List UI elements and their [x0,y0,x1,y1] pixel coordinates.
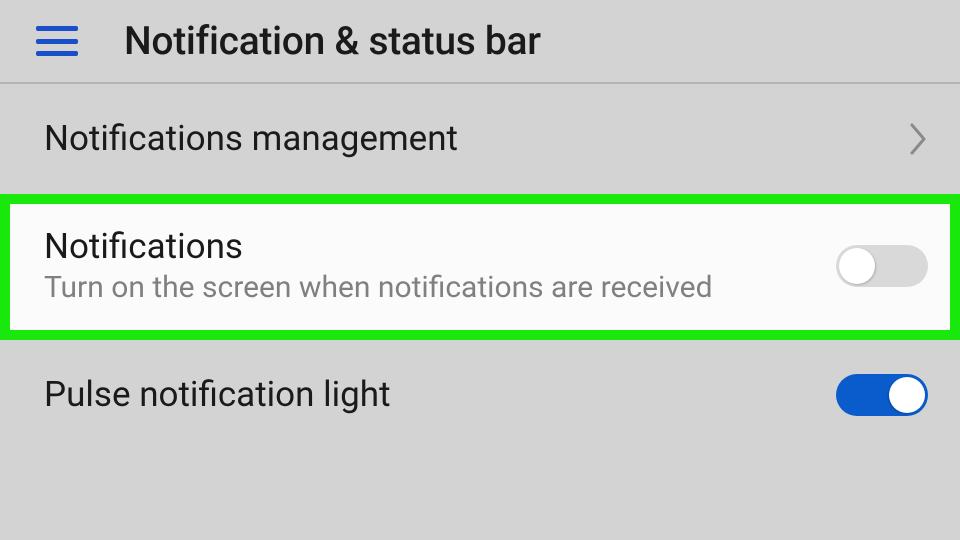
toggle-notifications[interactable] [836,245,928,287]
toggle-pulse-notification-light[interactable] [836,374,928,416]
row-text-block: Notifications Turn on the screen when no… [44,226,836,306]
header-bar: Notification & status bar [0,0,960,82]
row-notifications-highlighted: Notifications Turn on the screen when no… [0,194,960,340]
row-notifications-management[interactable]: Notifications management [0,84,960,194]
row-label: Notifications management [44,118,458,160]
row-title: Notifications [44,226,816,268]
page-title: Notification & status bar [124,18,541,64]
toggle-knob [839,248,875,284]
row-label: Pulse notification light [44,374,391,416]
row-pulse-notification-light[interactable]: Pulse notification light [0,340,960,428]
row-notifications[interactable]: Notifications Turn on the screen when no… [10,204,950,330]
chevron-right-icon [908,123,928,155]
toggle-knob [889,377,925,413]
hamburger-menu-icon[interactable] [36,26,78,56]
row-subtitle: Turn on the screen when notifications ar… [44,270,744,306]
